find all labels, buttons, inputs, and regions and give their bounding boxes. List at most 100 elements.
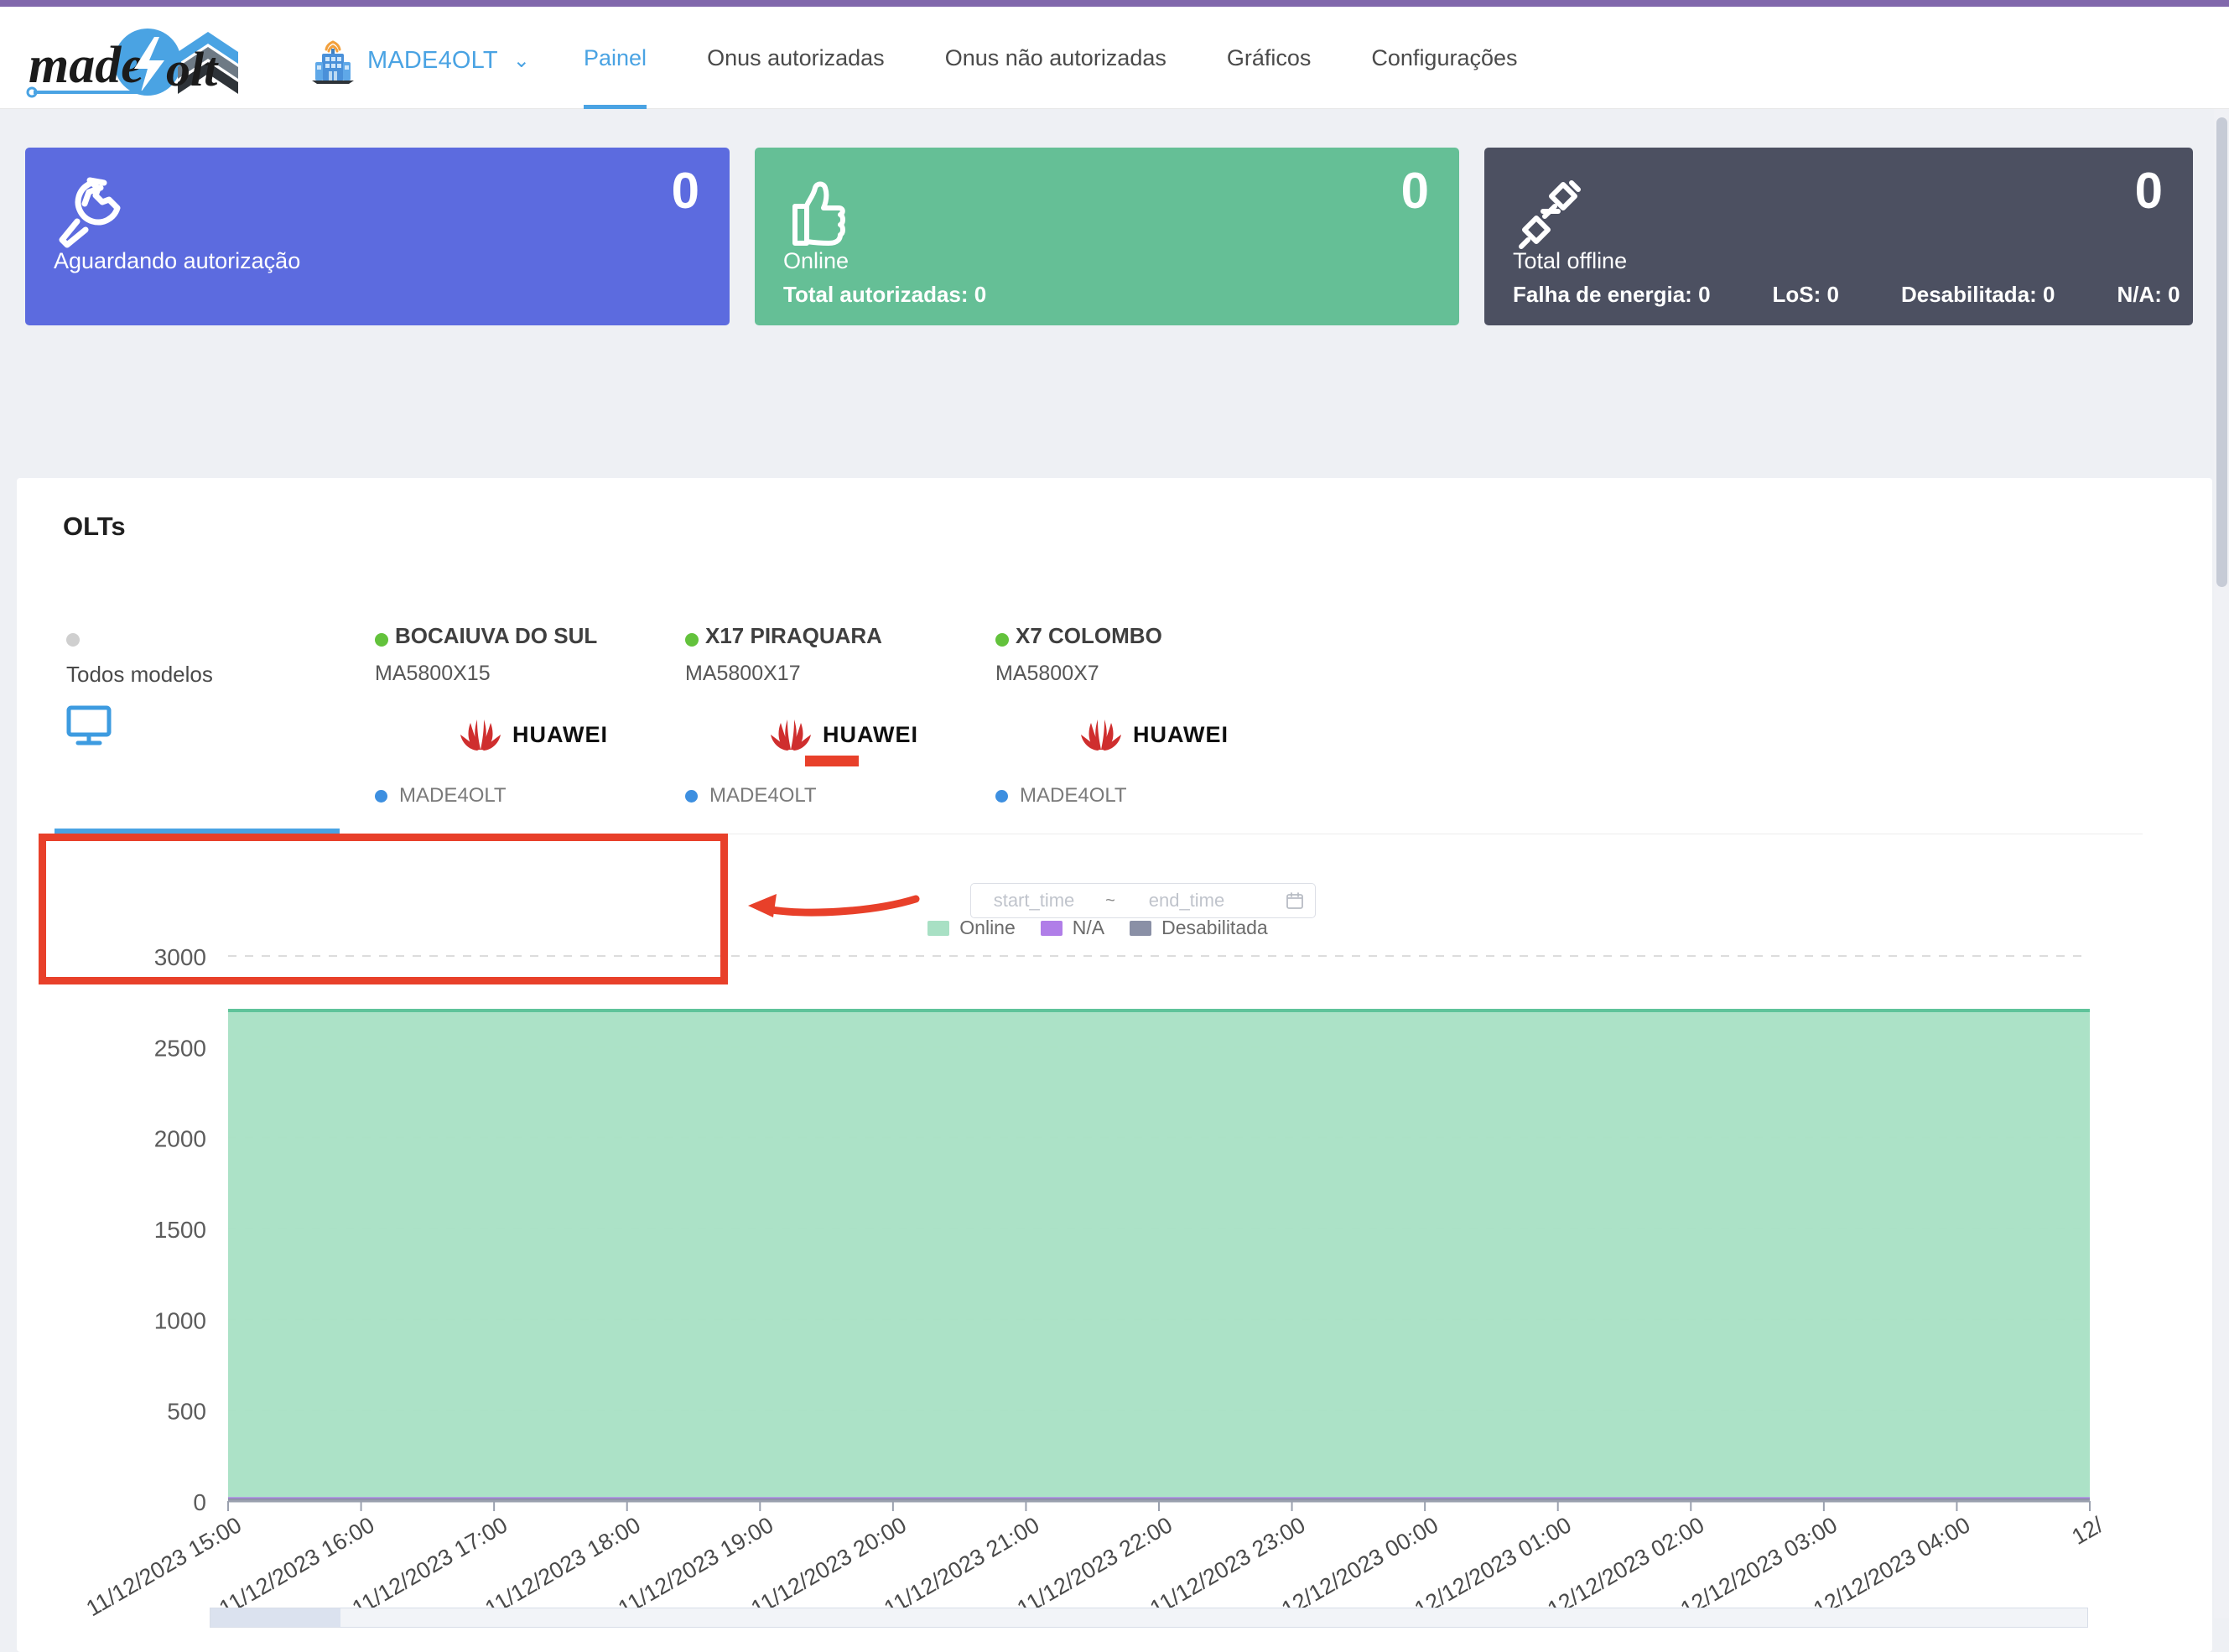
app-header: made olt MADE4OLT ⌄ Painel Onus autoriza… <box>0 7 2229 109</box>
building-antenna-icon <box>310 37 356 84</box>
y-axis-tick-label: 0 <box>193 1489 206 1515</box>
y-axis-tick-label: 2000 <box>154 1126 206 1152</box>
owner-label: MADE4OLT <box>709 784 817 807</box>
card-count: 0 <box>671 163 699 219</box>
wrench-icon <box>52 174 129 252</box>
chart-legend: Online N/A Desabilitada <box>0 917 2195 939</box>
nav-label: Onus autorizadas <box>707 44 885 70</box>
stat-na: N/A: 0 <box>2117 282 2180 307</box>
olt-model: MA5800X7 <box>995 662 1099 685</box>
chevron-down-icon: ⌄ <box>512 49 530 72</box>
end-time-input[interactable] <box>1124 890 1250 912</box>
olt-card-x17-piraquara[interactable]: X17 PIRAQUARA MA5800X17 HUAWEI MADE4OLT <box>673 608 984 834</box>
y-axis-tick-label: 3000 <box>154 944 206 970</box>
stat-desabilitada: Desabilitada: 0 <box>1900 282 2055 307</box>
card-title: Total offline <box>1513 248 1628 273</box>
owner-dot-icon <box>375 789 387 803</box>
legend-swatch <box>1130 920 1152 936</box>
olt-card-x7-colombo[interactable]: X7 COLOMBO MA5800X7 HUAWEI MADE4OLT <box>984 608 1294 834</box>
page-title: OLTs <box>63 512 126 541</box>
organization-name: MADE4OLT <box>367 46 498 74</box>
nav-item-graficos[interactable]: Gráficos <box>1197 7 1342 109</box>
range-separator: ~ <box>1105 891 1115 910</box>
status-dot-green <box>375 633 388 647</box>
olt-name: BOCAIUVA DO SUL <box>395 623 598 648</box>
card-count: 0 <box>1400 163 1429 219</box>
legend-swatch <box>1040 920 1063 936</box>
y-axis-tick-label: 1000 <box>154 1307 206 1333</box>
owner-label: MADE4OLT <box>399 784 507 807</box>
nav-item-onus-autorizadas[interactable]: Onus autorizadas <box>677 7 915 109</box>
nav-label: Configurações <box>1371 44 1518 70</box>
owner-dot-icon <box>995 789 1008 803</box>
date-range-picker[interactable]: ~ <box>970 883 1316 918</box>
svg-text:olt: olt <box>166 42 219 96</box>
stat-los: LoS: 0 <box>1772 282 1839 307</box>
olt-active-indicator <box>55 829 340 834</box>
huawei-wordmark: HUAWEI <box>823 721 918 747</box>
huawei-wordmark: HUAWEI <box>512 721 608 747</box>
olt-card-bocaiuva-do-sul[interactable]: BOCAIUVA DO SUL MA5800X15 HUAWEI MADE4OL… <box>363 608 673 834</box>
chart-datazoom-slider[interactable] <box>210 1608 2088 1628</box>
huawei-logo: HUAWEI <box>995 707 1281 762</box>
online-status-area-chart[interactable]: 05001000150020002500300011/12/2023 15:00… <box>0 922 2195 1618</box>
brand-underline-bar <box>805 756 859 766</box>
svg-text:made: made <box>29 37 144 94</box>
y-axis-tick-label: 500 <box>167 1399 206 1425</box>
olt-name: X17 PIRAQUARA <box>705 623 882 648</box>
legend-item-desabilitada[interactable]: Desabilitada <box>1130 917 1268 939</box>
page-scrollbar-thumb[interactable] <box>2216 117 2227 587</box>
olt-owner: MADE4OLT <box>995 784 1127 808</box>
main-nav: Painel Onus autorizadas Onus não autoriz… <box>553 7 1548 109</box>
status-dot-grey <box>66 633 80 647</box>
huawei-logo: HUAWEI <box>685 707 970 766</box>
calendar-icon[interactable] <box>1285 891 1305 911</box>
datazoom-selected-range[interactable] <box>210 1608 340 1627</box>
card-online[interactable]: 0 Online Total autorizadas: 0 <box>755 148 1459 325</box>
olt-owner: MADE4OLT <box>685 784 817 808</box>
olt-card-todos-modelos[interactable]: Todos modelos <box>55 608 363 834</box>
olt-name: X7 COLOMBO <box>1016 623 1162 648</box>
nav-label: Gráficos <box>1226 44 1312 70</box>
status-dot-green <box>995 633 1009 647</box>
legend-label: Online <box>959 917 1016 938</box>
y-axis-tick-label: 2500 <box>154 1035 206 1061</box>
olt-models-label: Todos modelos <box>66 662 213 687</box>
nav-item-painel[interactable]: Painel <box>553 7 677 109</box>
legend-label: Desabilitada <box>1161 917 1268 938</box>
status-cards: 0 Aguardando autorização 0 Online Total … <box>25 148 2206 325</box>
huawei-wordmark: HUAWEI <box>1133 721 1229 747</box>
olt-carousel: Todos modelos BOCAIUVA DO SUL MA5800X15 <box>55 608 2143 834</box>
legend-swatch <box>927 920 950 936</box>
x-axis-tick-label: 12/ <box>2067 1512 2107 1550</box>
legend-label: N/A <box>1072 917 1105 938</box>
start-time-input[interactable] <box>971 890 1097 912</box>
nav-item-configuracoes[interactable]: Configurações <box>1341 7 1547 109</box>
olt-model: MA5800X17 <box>685 662 801 685</box>
card-total-offline[interactable]: 0 Total offline Falha de energia: 0 LoS:… <box>1484 148 2193 325</box>
unplugged-icon <box>1511 174 1588 252</box>
huawei-flower-icon <box>1079 718 1123 751</box>
card-subtitle: Total autorizadas: 0 <box>783 282 987 307</box>
stat-falha-de-energia: Falha de energia: 0 <box>1513 282 1711 307</box>
owner-dot-icon <box>685 789 698 803</box>
nav-label: Painel <box>584 44 647 70</box>
card-count: 0 <box>2134 163 2163 219</box>
top-accent-bar <box>0 0 2229 7</box>
legend-item-na[interactable]: N/A <box>1040 917 1105 939</box>
olt-owner: MADE4OLT <box>375 784 507 808</box>
chart-area-online <box>228 1010 2090 1501</box>
nav-label: Onus não autorizadas <box>944 44 1166 70</box>
organization-selector[interactable]: MADE4OLT ⌄ <box>310 37 530 84</box>
card-aguardando-autorizacao[interactable]: 0 Aguardando autorização <box>25 148 730 325</box>
thumbs-up-icon <box>782 174 859 252</box>
olt-model: MA5800X15 <box>375 662 491 685</box>
y-axis-tick-label: 1500 <box>154 1217 206 1243</box>
card-title: Online <box>783 248 850 273</box>
nav-item-onus-nao-autorizadas[interactable]: Onus não autorizadas <box>915 7 1197 109</box>
offline-breakdown: Falha de energia: 0 LoS: 0 Desabilitada:… <box>1513 282 2180 308</box>
legend-item-online[interactable]: Online <box>927 917 1016 939</box>
made4olt-logo[interactable]: made olt <box>22 18 265 102</box>
status-dot-green <box>685 633 699 647</box>
huawei-flower-icon <box>459 718 502 751</box>
